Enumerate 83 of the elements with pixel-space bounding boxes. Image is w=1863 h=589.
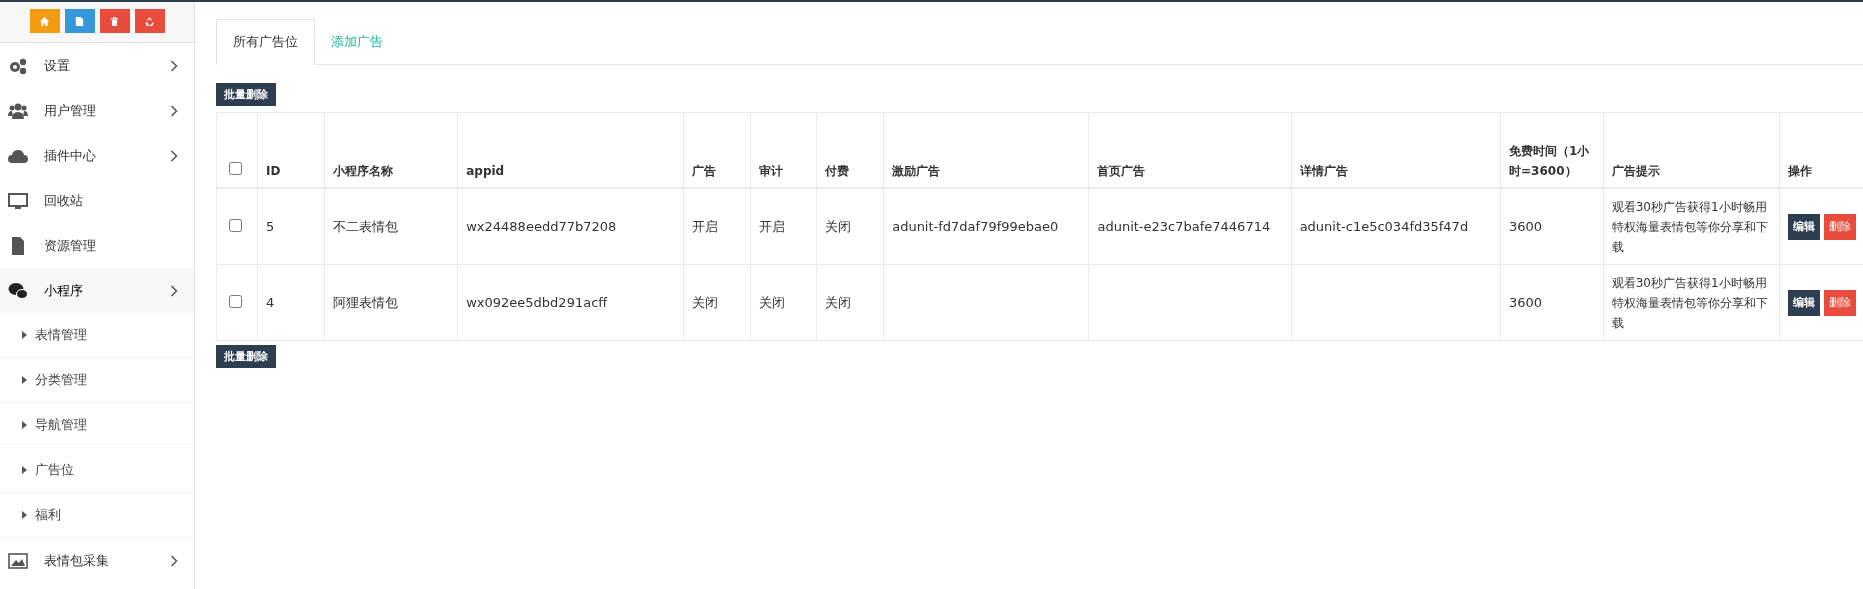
column-header: 激励广告 [892, 164, 941, 178]
column-header: 小程序名称 [332, 164, 393, 178]
gears-icon [8, 56, 28, 75]
column-header: 详情广告 [1299, 164, 1348, 178]
recycle-button[interactable] [134, 9, 165, 33]
sidebar-item[interactable]: 回收站 [0, 178, 194, 223]
chat-bubbles-icon [8, 281, 28, 300]
row-checkbox[interactable] [229, 218, 242, 232]
trash-button[interactable] [99, 9, 130, 33]
delete-button[interactable]: 删除 [1824, 213, 1857, 240]
table-cell: 阿狸表情包 [332, 294, 398, 310]
column-header: 广告 [692, 164, 716, 178]
row-checkbox[interactable] [229, 294, 242, 308]
table-cell: wx24488eedd77b7208 [466, 218, 617, 234]
submenu-item[interactable]: 福利 [0, 493, 194, 538]
column-header: 广告提示 [1611, 164, 1660, 178]
sidebar-item[interactable]: 插件中心 [0, 133, 194, 178]
caret-icon [22, 511, 27, 519]
chevron-icon [170, 554, 178, 567]
table-cell: 3600 [1509, 218, 1543, 234]
sidebar-item[interactable]: 设置 [0, 43, 194, 88]
caret-icon [22, 421, 27, 429]
table-cell: 3600 [1509, 294, 1543, 310]
table-cell: 开启 [692, 218, 718, 234]
table-cell: 关闭 [758, 294, 785, 310]
caret-icon [22, 466, 27, 474]
file-button[interactable] [64, 9, 95, 33]
table-cell: wx092ee5dbd291acff [466, 294, 608, 310]
sidebar-item[interactable]: 用户管理 [0, 88, 194, 133]
nav-label: 回收站 [44, 191, 84, 210]
submenu-item[interactable]: 表情管理 [0, 313, 194, 358]
chevron-icon [170, 284, 178, 297]
nav-label: 用户管理 [44, 101, 97, 120]
nav-label: 表情包采集 [44, 551, 110, 570]
monitor-icon [8, 191, 28, 210]
delete-button[interactable]: 删除 [1824, 289, 1857, 316]
table-cell: adunit-c1e5c034fd35f47d [1299, 218, 1469, 234]
recycle-icon [144, 15, 155, 27]
edit-button[interactable]: 编辑 [1788, 289, 1821, 316]
chevron-icon [170, 149, 178, 162]
column-header: ID [266, 164, 281, 178]
sidebar-item[interactable]: 资源管理 [0, 223, 194, 268]
nav-label: 小程序 [44, 281, 84, 300]
column-header: 审计 [758, 164, 783, 178]
image-icon [8, 551, 28, 570]
table-cell: 观看30秒广告获得1小时畅用特权海量表情包等你分享和下载 [1611, 275, 1768, 330]
chevron-icon [170, 59, 178, 72]
caret-icon [22, 331, 27, 339]
edit-button[interactable]: 编辑 [1788, 213, 1821, 240]
home-icon [39, 15, 50, 27]
bulk-delete-button[interactable]: 批量删除 [216, 83, 276, 106]
table-cell: 4 [266, 294, 275, 310]
trash-icon [109, 15, 120, 27]
table-cell: 观看30秒广告获得1小时畅用特权海量表情包等你分享和下载 [1611, 199, 1768, 254]
table-cell: adunit-fd7daf79f99ebae0 [892, 218, 1059, 234]
column-header: appid [466, 164, 505, 178]
users-icon [8, 101, 28, 120]
file-icon [74, 15, 85, 27]
tab[interactable]: 所有广告位 [216, 19, 315, 65]
bulk-delete-button[interactable]: 批量删除 [216, 345, 276, 368]
table-cell: 关闭 [692, 294, 718, 310]
nav-label: 设置 [44, 56, 71, 75]
submenu-item[interactable]: 广告位 [0, 448, 194, 493]
home-button[interactable] [29, 9, 60, 33]
submenu-item[interactable]: 导航管理 [0, 403, 194, 448]
table-cell: adunit-e23c7bafe7446714 [1097, 218, 1271, 234]
table-cell: 5 [266, 218, 275, 234]
nav-label: 资源管理 [44, 236, 97, 255]
sidebar-item[interactable]: 小程序 [0, 268, 194, 313]
table-cell: 开启 [758, 218, 785, 234]
table-cell: 关闭 [825, 294, 852, 310]
column-header: 付费 [825, 164, 850, 178]
column-header: 操作 [1788, 164, 1813, 178]
select-all-checkbox[interactable] [229, 162, 242, 175]
sidebar-item[interactable]: 表情包采集 [0, 538, 194, 583]
submenu-item[interactable]: 分类管理 [0, 358, 194, 403]
table-cell: 不二表情包 [332, 218, 398, 234]
caret-icon [22, 376, 27, 384]
table-cell: 关闭 [825, 218, 852, 234]
chevron-icon [170, 104, 178, 117]
column-header: 免费时间（1小时=3600） [1509, 144, 1590, 178]
column-header: 首页广告 [1097, 164, 1146, 178]
nav-label: 插件中心 [44, 146, 97, 165]
